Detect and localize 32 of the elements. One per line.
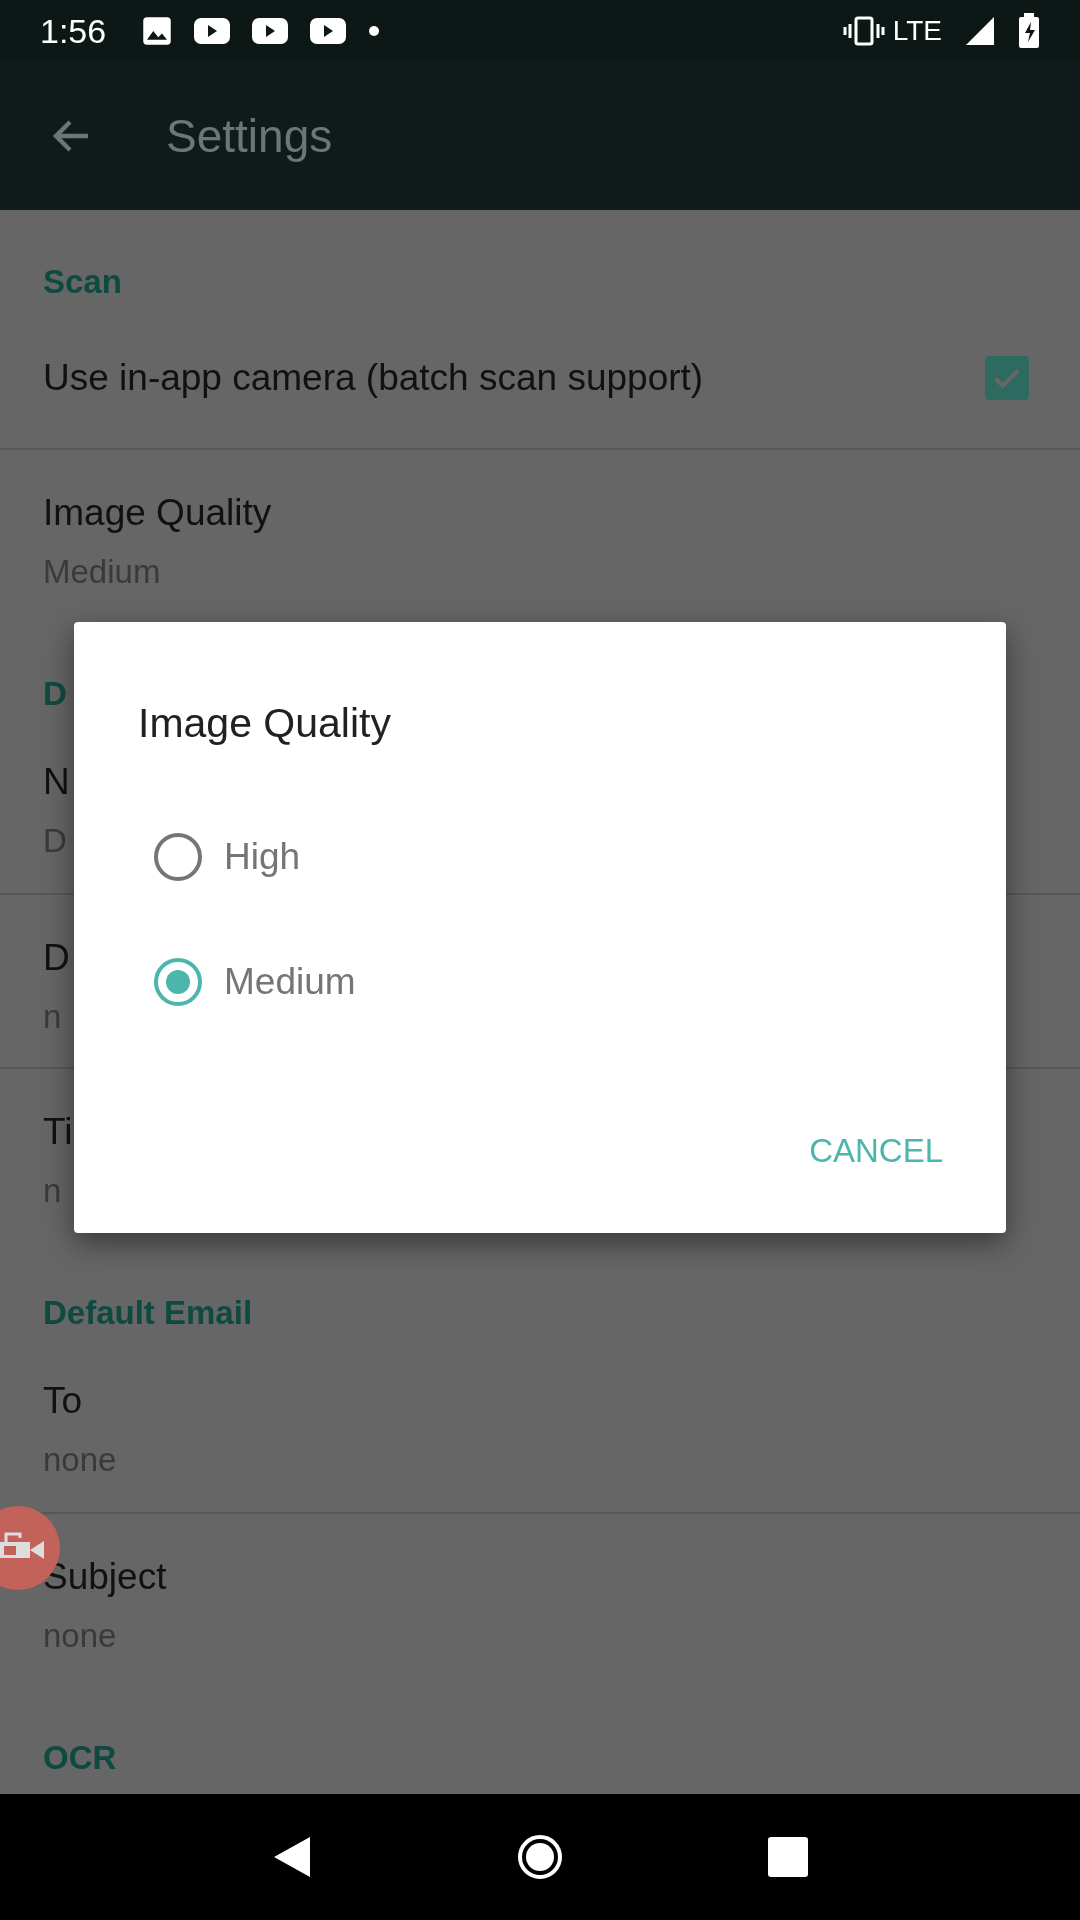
- radio-button[interactable]: [154, 832, 202, 881]
- setting-title: N: [43, 760, 70, 804]
- section-header: OCR: [42, 1738, 117, 1778]
- app-bar-title: Settings: [166, 109, 333, 163]
- cancel-button[interactable]: CANCEL: [793, 1115, 959, 1187]
- setting-title: D: [43, 936, 70, 980]
- section-header: Scan: [42, 262, 122, 302]
- network-label: LTE: [892, 15, 942, 47]
- option-label: Medium: [224, 960, 356, 1003]
- back-icon[interactable]: [272, 1835, 312, 1879]
- dot-icon: [368, 25, 381, 37]
- setting-title: Ti: [43, 1110, 73, 1154]
- setting-title: Use in-app camera (batch scan support): [43, 355, 704, 400]
- setting-title: Image Quality: [43, 491, 272, 535]
- dialog-title: Image Quality: [138, 700, 391, 746]
- radio-option[interactable]: Medium: [74, 919, 1006, 1044]
- setting-title: To: [43, 1379, 83, 1423]
- image-icon: [142, 16, 173, 46]
- option-label: High: [224, 835, 301, 878]
- play-icon: [194, 18, 231, 44]
- play-icon: [310, 18, 347, 44]
- radio-button[interactable]: [154, 957, 202, 1006]
- radio-option[interactable]: High: [74, 794, 1006, 919]
- section-header: Default Email: [42, 1293, 253, 1333]
- section-header: D: [42, 674, 67, 714]
- status-time: 1:56: [40, 11, 107, 51]
- home-icon[interactable]: [516, 1833, 564, 1881]
- play-icon: [252, 18, 289, 44]
- signal-icon: [964, 15, 996, 47]
- vibrate-icon: [842, 16, 885, 46]
- checkbox[interactable]: [985, 355, 1029, 400]
- battery-icon: [1018, 13, 1040, 49]
